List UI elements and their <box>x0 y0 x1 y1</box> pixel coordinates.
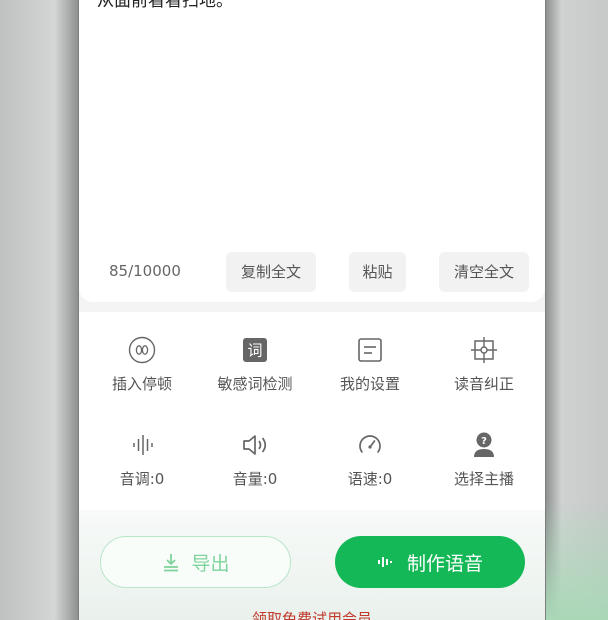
export-button[interactable]: 导出 <box>100 536 291 588</box>
make-voice-label: 制作语音 <box>406 552 483 575</box>
app-screen: 从面前看看扫地。 85/10000 复制全文 粘贴 清空全文 插入停顿 词 敏感… <box>78 0 546 620</box>
text-editor[interactable]: 从面前看看扫地。 85/10000 复制全文 粘贴 清空全文 <box>79 0 545 302</box>
export-label: 导出 <box>191 552 230 575</box>
tool-volume[interactable]: 音量:0 <box>200 430 310 489</box>
svg-text:词: 词 <box>247 342 262 360</box>
waveform-icon <box>377 553 395 571</box>
tool-pronunciation[interactable]: 读音纠正 <box>429 335 539 394</box>
make-voice-button[interactable]: 制作语音 <box>335 536 525 588</box>
tool-label: 插入停顿 <box>111 375 172 393</box>
tool-select-anchor[interactable]: ? 选择主播 <box>429 430 539 489</box>
tool-label: 音调:0 <box>119 470 165 488</box>
free-trial-link[interactable]: 领取免费试用会员 <box>79 608 545 620</box>
tool-label: 敏感词检测 <box>217 375 293 393</box>
svg-text:?: ? <box>481 436 487 447</box>
background-right-glow <box>546 500 608 620</box>
tool-label: 读音纠正 <box>453 375 514 393</box>
tool-label: 语速:0 <box>347 470 393 488</box>
pronunciation-target-icon <box>469 335 499 365</box>
tool-grid: 插入停顿 词 敏感词检测 我的设置 读音纠正 音调:0 音量:0 语速:0 ? … <box>79 312 545 510</box>
download-icon <box>161 552 181 572</box>
tool-pitch[interactable]: 音调:0 <box>87 430 197 489</box>
pause-circle-icon <box>127 335 157 365</box>
copy-all-button[interactable]: 复制全文 <box>226 252 316 292</box>
speedometer-icon <box>355 430 385 460</box>
background-left <box>0 0 78 620</box>
tool-label: 我的设置 <box>339 375 400 393</box>
clear-all-button[interactable]: 清空全文 <box>439 252 529 292</box>
sensitive-word-icon: 词 <box>240 335 270 365</box>
paste-button[interactable]: 粘贴 <box>349 252 406 292</box>
bottom-action-bar: 导出 制作语音 领取免费试用会员 <box>79 510 545 620</box>
char-counter: 85/10000 <box>109 262 181 280</box>
tool-sensitive-word[interactable]: 词 敏感词检测 <box>200 335 310 394</box>
speaker-icon <box>240 430 270 460</box>
tool-insert-pause[interactable]: 插入停顿 <box>87 335 197 394</box>
settings-document-icon <box>355 335 385 365</box>
anchor-person-icon: ? <box>469 430 499 460</box>
waveform-icon <box>127 430 157 460</box>
tool-label: 选择主播 <box>453 470 514 488</box>
tool-label: 音量:0 <box>232 470 278 488</box>
tool-my-settings[interactable]: 我的设置 <box>315 335 425 394</box>
editor-text[interactable]: 从面前看看扫地。 <box>97 0 233 11</box>
tool-speed[interactable]: 语速:0 <box>315 430 425 489</box>
